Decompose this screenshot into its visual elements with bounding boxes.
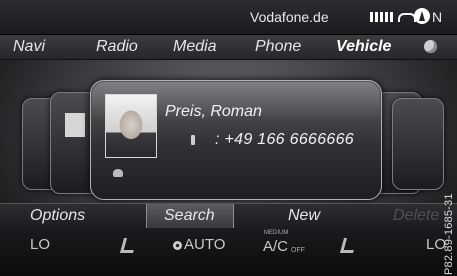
compass-arrow-icon [414,8,430,24]
phonebook-submenu: Options Search New Delete [0,203,457,228]
menu-item-navi[interactable]: Navi [13,38,45,56]
search-button[interactable]: Search [164,207,215,225]
menu-item-phone[interactable]: Phone [255,38,301,56]
ac-label[interactable]: A/C [263,238,288,255]
contact-name: Preis, Roman [165,103,262,120]
delete-button: Delete [393,207,440,224]
contact-photo [105,94,157,158]
seat-heating-right-icon[interactable] [339,238,358,253]
signal-strength-icon [370,12,393,22]
seat-heating-left-icon[interactable] [119,238,138,253]
fan-icon [173,241,182,250]
selected-contact-card[interactable]: Preis, Roman : +49 166 6666666 [90,80,382,200]
status-bar: Vodafone.de N [0,0,457,35]
phone-icon [191,135,195,145]
main-menu: Navi Radio Media Phone Vehicle [0,35,457,60]
contact-phone-number[interactable]: : +49 166 6666666 [215,131,354,149]
menu-item-radio[interactable]: Radio [96,38,138,56]
menu-item-vehicle[interactable]: Vehicle [336,38,391,56]
left-temperature[interactable]: LO [30,236,50,253]
menu-item-media[interactable]: Media [173,38,217,56]
ac-state: OFF [291,247,305,254]
network-provider: Vodafone.de [250,9,329,25]
comand-phonebook-screen: Vodafone.de N Navi Radio Media Phone Veh… [0,0,457,276]
globe-icon[interactable] [424,40,437,53]
contact-icon [113,169,123,177]
options-button[interactable]: Options [30,207,85,225]
contact-card-far-right[interactable] [392,98,444,190]
new-button[interactable]: New [288,207,320,225]
ac-level-label: MEDIUM [264,230,289,236]
climate-bar: LO AUTO MEDIUM A/C OFF LO [0,228,457,276]
figure-reference-code: P82.89-1685-31 [443,193,455,275]
fan-mode[interactable]: AUTO [184,236,225,253]
north-indicator: N [432,9,443,25]
contact-thumbnail [65,113,85,137]
